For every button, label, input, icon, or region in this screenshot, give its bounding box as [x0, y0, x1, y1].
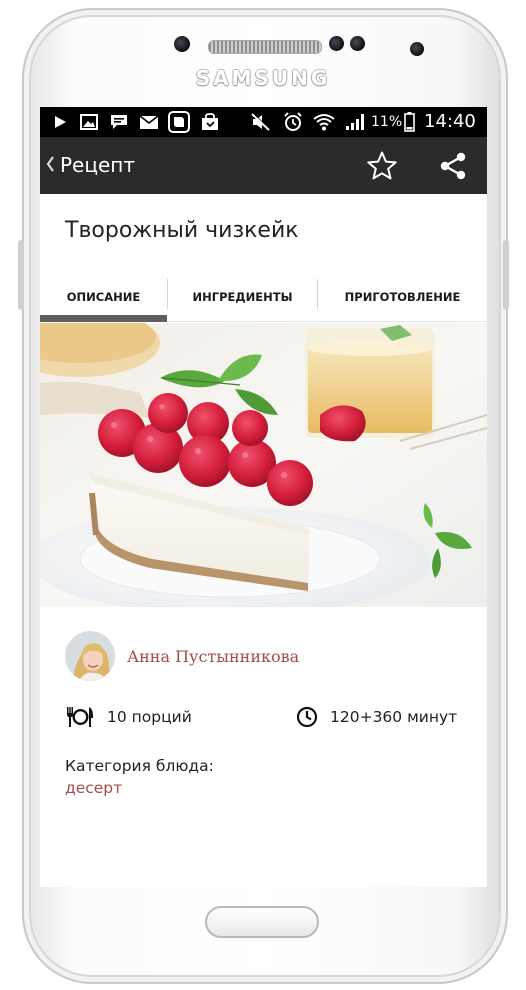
app-bar: Рецепт: [40, 137, 487, 194]
front-sensor-2: [329, 36, 344, 51]
battery-icon: [402, 107, 416, 137]
front-sensor-1: [174, 36, 190, 52]
alarm-icon: [282, 107, 304, 137]
recipe-title: Творожный чизкейк: [65, 218, 299, 243]
front-camera: [410, 42, 424, 56]
brand-logo: SAMSUNG: [195, 66, 331, 90]
category-link[interactable]: десерт: [65, 779, 122, 797]
home-button[interactable]: [205, 906, 319, 938]
status-bar: 11% 14:40: [40, 107, 487, 137]
front-sensor-3: [350, 36, 365, 51]
mute-icon: [250, 107, 272, 137]
gallery-icon: [78, 107, 100, 137]
share-icon: [440, 152, 466, 180]
category-label: Категория блюда:: [65, 757, 214, 775]
store-icon: [199, 107, 221, 137]
author-name[interactable]: Анна Пустынникова: [127, 647, 299, 666]
recipe-photo: [40, 323, 487, 607]
cooking-time: 120+360 минут: [296, 703, 457, 731]
star-icon: [367, 151, 397, 180]
clock-icon: [296, 706, 318, 728]
evernote-icon: [167, 107, 191, 137]
battery-percent: 11%: [371, 114, 403, 130]
author-row[interactable]: Анна Пустынникова: [65, 631, 299, 681]
favorite-button[interactable]: [364, 148, 400, 184]
back-chevron-icon[interactable]: [43, 151, 57, 177]
servings-text: 10 порций: [107, 708, 192, 726]
tab-description[interactable]: ОПИСАНИЕ: [40, 279, 167, 315]
volume-button: [18, 240, 24, 310]
cooking-time-text: 120+360 минут: [330, 708, 458, 726]
app-bar-title[interactable]: Рецепт: [60, 137, 135, 194]
screen: 11% 14:40 Рецепт Творожный чизкейк ОПИСА…: [40, 107, 487, 887]
author-avatar[interactable]: [65, 631, 115, 681]
wifi-icon: [312, 107, 336, 137]
signal-icon: [343, 107, 367, 137]
play-icon: [50, 107, 70, 137]
tab-preparation[interactable]: ПРИГОТОВЛЕНИЕ: [318, 279, 487, 315]
clock: 14:40: [424, 111, 476, 132]
servings: 10 порций: [65, 703, 192, 731]
earpiece-speaker: [208, 40, 322, 54]
share-button[interactable]: [435, 148, 471, 184]
chat-icon: [108, 107, 130, 137]
mail-icon: [138, 107, 160, 137]
tab-ingredients[interactable]: ИНГРЕДИЕНТЫ: [168, 279, 317, 315]
tab-bar: ОПИСАНИЕ ИНГРЕДИЕНТЫ ПРИГОТОВЛЕНИЕ: [40, 279, 487, 323]
power-button: [503, 240, 509, 310]
active-tab-indicator: [40, 315, 167, 322]
cutlery-icon: [67, 707, 93, 727]
